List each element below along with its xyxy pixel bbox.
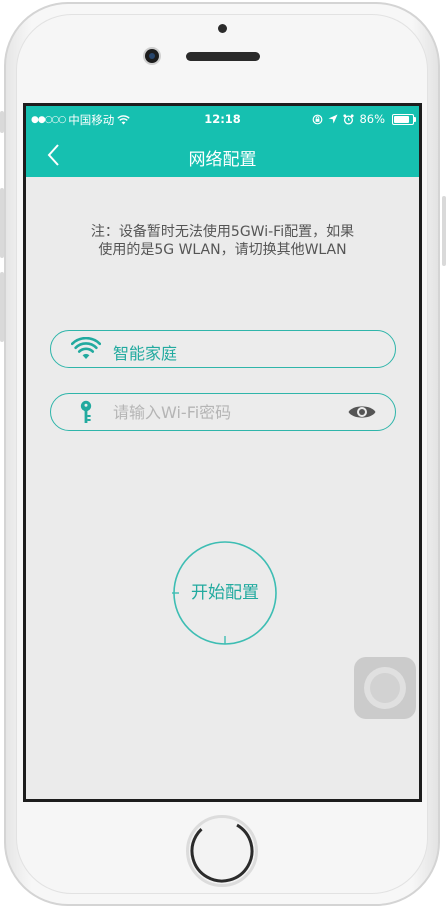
notice-line-1: 注：设备暂时无法使用5GWi-Fi配置，如果 [90, 224, 355, 240]
start-config-button[interactable]: 开始配置 [172, 540, 278, 646]
rotation-lock-icon [313, 114, 323, 124]
home-ring-icon [190, 819, 254, 883]
wifi-password-field [50, 393, 396, 431]
5g-warning-notice: 注：设备暂时无法使用5GWi-Fi配置，如果 使用的是5G WLAN，请切换其他… [66, 223, 379, 259]
battery-percent: 86% [359, 112, 385, 126]
notice-line-2: 使用的是5G WLAN，请切换其他WLAN [98, 242, 347, 258]
mute-switch [0, 111, 4, 133]
location-icon [328, 114, 338, 124]
earpiece-speaker [186, 52, 260, 61]
navigation-bar: 网络配置 [26, 133, 419, 177]
assistive-touch-center [370, 673, 400, 703]
front-camera [145, 49, 159, 63]
wifi-ssid-value: 智能家庭 [113, 344, 178, 363]
start-config-label: 开始配置 [191, 583, 259, 603]
phone-screen: ●●○○○ 中国移动 12:18 86% 网络配置 注：设备暂时无法使用5GWi… [23, 103, 422, 802]
status-bar: ●●○○○ 中国移动 12:18 86% [26, 106, 419, 133]
assistive-touch-button[interactable] [354, 657, 416, 719]
wifi-icon [71, 337, 101, 359]
wifi-ssid-field[interactable]: 智能家庭 [50, 330, 396, 368]
alarm-icon [343, 113, 355, 125]
volume-down-button [0, 272, 4, 342]
home-button[interactable] [186, 815, 258, 887]
volume-up-button [0, 188, 4, 258]
proximity-sensor [218, 24, 227, 33]
key-icon [80, 400, 92, 423]
page-title: 网络配置 [188, 150, 257, 170]
battery-icon [392, 113, 416, 125]
power-button [442, 196, 446, 266]
eye-icon[interactable] [347, 402, 377, 422]
wifi-password-input[interactable] [113, 399, 343, 425]
